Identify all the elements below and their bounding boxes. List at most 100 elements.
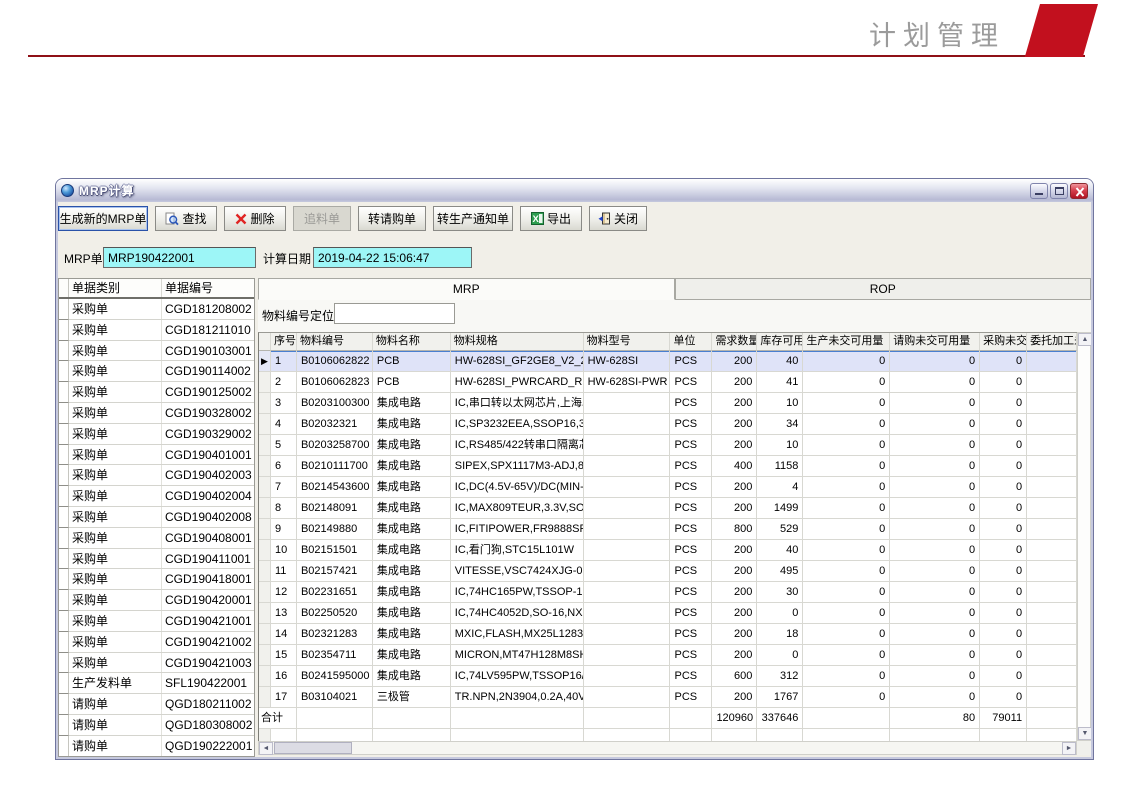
scroll-down-button[interactable]: ▼	[1078, 727, 1091, 740]
document-row-11[interactable]: 采购单CGD190402008	[59, 507, 254, 528]
document-list-body: 采购单CGD181208002采购单CGD181211010采购单CGD1901…	[59, 299, 254, 757]
toolbar-button-7[interactable]: X导出	[520, 206, 582, 231]
grid-row-7[interactable]: 7B0214543600集成电路IC,DC(4.5V-65V)/DC(MIN-1…	[259, 477, 1077, 498]
document-row-7[interactable]: 采购单CGD190329002	[59, 424, 254, 445]
toolbar-button-5[interactable]: 转请购单	[358, 206, 426, 231]
document-row-13[interactable]: 采购单CGD190411001	[59, 549, 254, 570]
document-row-3[interactable]: 采购单CGD190103001	[59, 341, 254, 362]
toolbar-button-1[interactable]: 生成新的MRP单	[58, 206, 148, 231]
material-locator-label: 物料编号定位:	[262, 306, 337, 327]
grid-header-cell[interactable]: 物料规格	[451, 333, 584, 351]
grid-cell	[297, 729, 373, 741]
maximize-button[interactable]	[1050, 183, 1068, 199]
row-gutter	[59, 715, 69, 736]
grid-cell: PCS	[670, 582, 712, 603]
row-selector-gutter	[259, 645, 271, 666]
grid-row-16[interactable]: 16B0241595000集成电路IC,74LV595PW,TSSOP16/7P…	[259, 666, 1077, 687]
scroll-right-button[interactable]: ►	[1062, 742, 1076, 755]
grid-header-cell[interactable]: 库存可用	[757, 333, 803, 351]
scroll-up-button[interactable]: ▲	[1078, 333, 1091, 346]
grid-header-cell[interactable]: 委托加工未	[1027, 333, 1077, 351]
grid-row-14[interactable]: 14B02321283集成电路MXIC,FLASH,MX25L12835FPCS…	[259, 624, 1077, 645]
calc-date-input[interactable]	[313, 247, 472, 268]
document-row-16[interactable]: 采购单CGD190421001	[59, 611, 254, 632]
grid-cell	[1027, 645, 1077, 666]
tab-mrp[interactable]: MRP	[258, 278, 675, 300]
grid-cell	[584, 624, 671, 645]
grid-row-15[interactable]: 15B02354711集成电路MICRON,MT47H128M8SH-PCS20…	[259, 645, 1077, 666]
toolbar-button-3[interactable]: 删除	[224, 206, 286, 231]
toolbar-button-2[interactable]: 查找	[155, 206, 217, 231]
grid-row-2[interactable]: 2B0106062823PCBHW-628SI_PWRCARD_RSHW-628…	[259, 372, 1077, 393]
document-row-22[interactable]: 请购单QGD190222001	[59, 736, 254, 757]
h-scroll-track[interactable]	[352, 742, 1062, 754]
grid-cell: 0	[980, 645, 1027, 666]
horizontal-scrollbar[interactable]: ◄ ►	[258, 741, 1077, 755]
grid-row-11[interactable]: 11B02157421集成电路VITESSE,VSC7424XJG-02,PCS…	[259, 561, 1077, 582]
grid-row-1[interactable]: ▶1B0106062822PCBHW-628SI_GF2GE8_V2_2(HW-…	[259, 351, 1077, 372]
h-scroll-thumb[interactable]	[274, 742, 352, 754]
grid-header-cell[interactable]: 物料名称	[373, 333, 451, 351]
grid-cell: B0210111700	[297, 456, 373, 477]
toolbar-button-6[interactable]: 转生产通知单	[433, 206, 513, 231]
grid-cell: 8	[271, 498, 297, 519]
document-row-5[interactable]: 采购单CGD190125002	[59, 382, 254, 403]
grid-header-cell[interactable]: 请购未交可用量	[890, 333, 980, 351]
grid-header-cell[interactable]: 序号	[271, 333, 297, 351]
document-row-6[interactable]: 采购单CGD190328002	[59, 403, 254, 424]
document-row-1[interactable]: 采购单CGD181208002	[59, 299, 254, 320]
grid-cell: 0	[890, 624, 980, 645]
document-row-4[interactable]: 采购单CGD190114002	[59, 361, 254, 382]
grid-header-cell[interactable]: 采购未交	[980, 333, 1027, 351]
document-row-12[interactable]: 采购单CGD190408001	[59, 528, 254, 549]
document-row-18[interactable]: 采购单CGD190421003	[59, 653, 254, 674]
tab-rop[interactable]: ROP	[675, 278, 1092, 300]
document-row-17[interactable]: 采购单CGD190421002	[59, 632, 254, 653]
document-row-14[interactable]: 采购单CGD190418001	[59, 569, 254, 590]
document-type: 请购单	[69, 715, 161, 735]
grid-cell: 0	[980, 603, 1027, 624]
grid-header-cell[interactable]: 物料编号	[297, 333, 373, 351]
document-row-2[interactable]: 采购单CGD181211010	[59, 320, 254, 341]
total-cell: 79011	[980, 708, 1027, 729]
grid-cell: PCS	[670, 372, 712, 393]
minimize-button[interactable]	[1030, 183, 1048, 199]
grid-cell: PCS	[670, 456, 712, 477]
grid-row-12[interactable]: 12B02231651集成电路IC,74HC165PW,TSSOP-16PCS2…	[259, 582, 1077, 603]
document-row-19[interactable]: 生产发料单SFL190422001	[59, 673, 254, 694]
grid-row-10[interactable]: 10B02151501集成电路IC,看门狗,STC15L101WPCS20040…	[259, 540, 1077, 561]
grid-header-cell[interactable]: 单位	[670, 333, 712, 351]
grid-header-cell[interactable]: 生产未交可用量	[803, 333, 890, 351]
materials-grid-main: 序号物料编号物料名称物料规格物料型号单位需求数量库存可用生产未交可用量请购未交可…	[258, 332, 1077, 741]
close-button[interactable]	[1070, 183, 1088, 199]
document-row-20[interactable]: 请购单QGD180211002	[59, 694, 254, 715]
grid-row-6[interactable]: 6B0210111700集成电路SIPEX,SPX1117M3-ADJ,80PC…	[259, 456, 1077, 477]
toolbar-button-8[interactable]: 关闭	[589, 206, 647, 231]
document-row-15[interactable]: 采购单CGD190420001	[59, 590, 254, 611]
grid-header-cell[interactable]: 物料型号	[584, 333, 671, 351]
material-locator-input[interactable]	[334, 303, 455, 324]
row-gutter	[59, 465, 69, 486]
grid-row-8[interactable]: 8B02148091集成电路IC,MAX809TEUR,3.3V,SOT-PCS…	[259, 498, 1077, 519]
grid-header-cell[interactable]: 需求数量	[712, 333, 757, 351]
grid-cell: 0	[890, 582, 980, 603]
grid-row-4[interactable]: 4B02032321集成电路IC,SP3232EEA,SSOP16,3.(PCS…	[259, 414, 1077, 435]
vertical-scrollbar[interactable]: ▲ ▼	[1077, 332, 1091, 741]
grid-cell: PCB	[373, 372, 451, 393]
document-row-8[interactable]: 采购单CGD190401001	[59, 445, 254, 466]
grid-row-3[interactable]: 3B0203100300集成电路IC,串口转以太网芯片,上海卓PCS200100…	[259, 393, 1077, 414]
grid-cell: 0	[980, 498, 1027, 519]
grid-row-9[interactable]: 9B02149880集成电路IC,FITIPOWER,FR9888SP(PCS8…	[259, 519, 1077, 540]
grid-cell: 0	[980, 372, 1027, 393]
grid-row-13[interactable]: 13B02250520集成电路IC,74HC4052D,SO-16,NXFPCS…	[259, 603, 1077, 624]
document-no: SFL190422001	[161, 673, 254, 693]
scroll-left-button[interactable]: ◄	[259, 742, 273, 755]
grid-row-5[interactable]: 5B0203258700集成电路IC,RS485/422转串口隔离芯PCS200…	[259, 435, 1077, 456]
document-list-panel: 单据类别 单据编号 采购单CGD181208002采购单CGD181211010…	[58, 278, 255, 757]
grid-row-17[interactable]: 17B03104021三极管TR.NPN,2N3904,0.2A,40V,PCS…	[259, 687, 1077, 708]
total-cell	[670, 708, 712, 729]
document-row-10[interactable]: 采购单CGD190402004	[59, 486, 254, 507]
document-row-21[interactable]: 请购单QGD180308002	[59, 715, 254, 736]
document-row-9[interactable]: 采购单CGD190402003	[59, 465, 254, 486]
mrp-no-input[interactable]	[103, 247, 256, 268]
